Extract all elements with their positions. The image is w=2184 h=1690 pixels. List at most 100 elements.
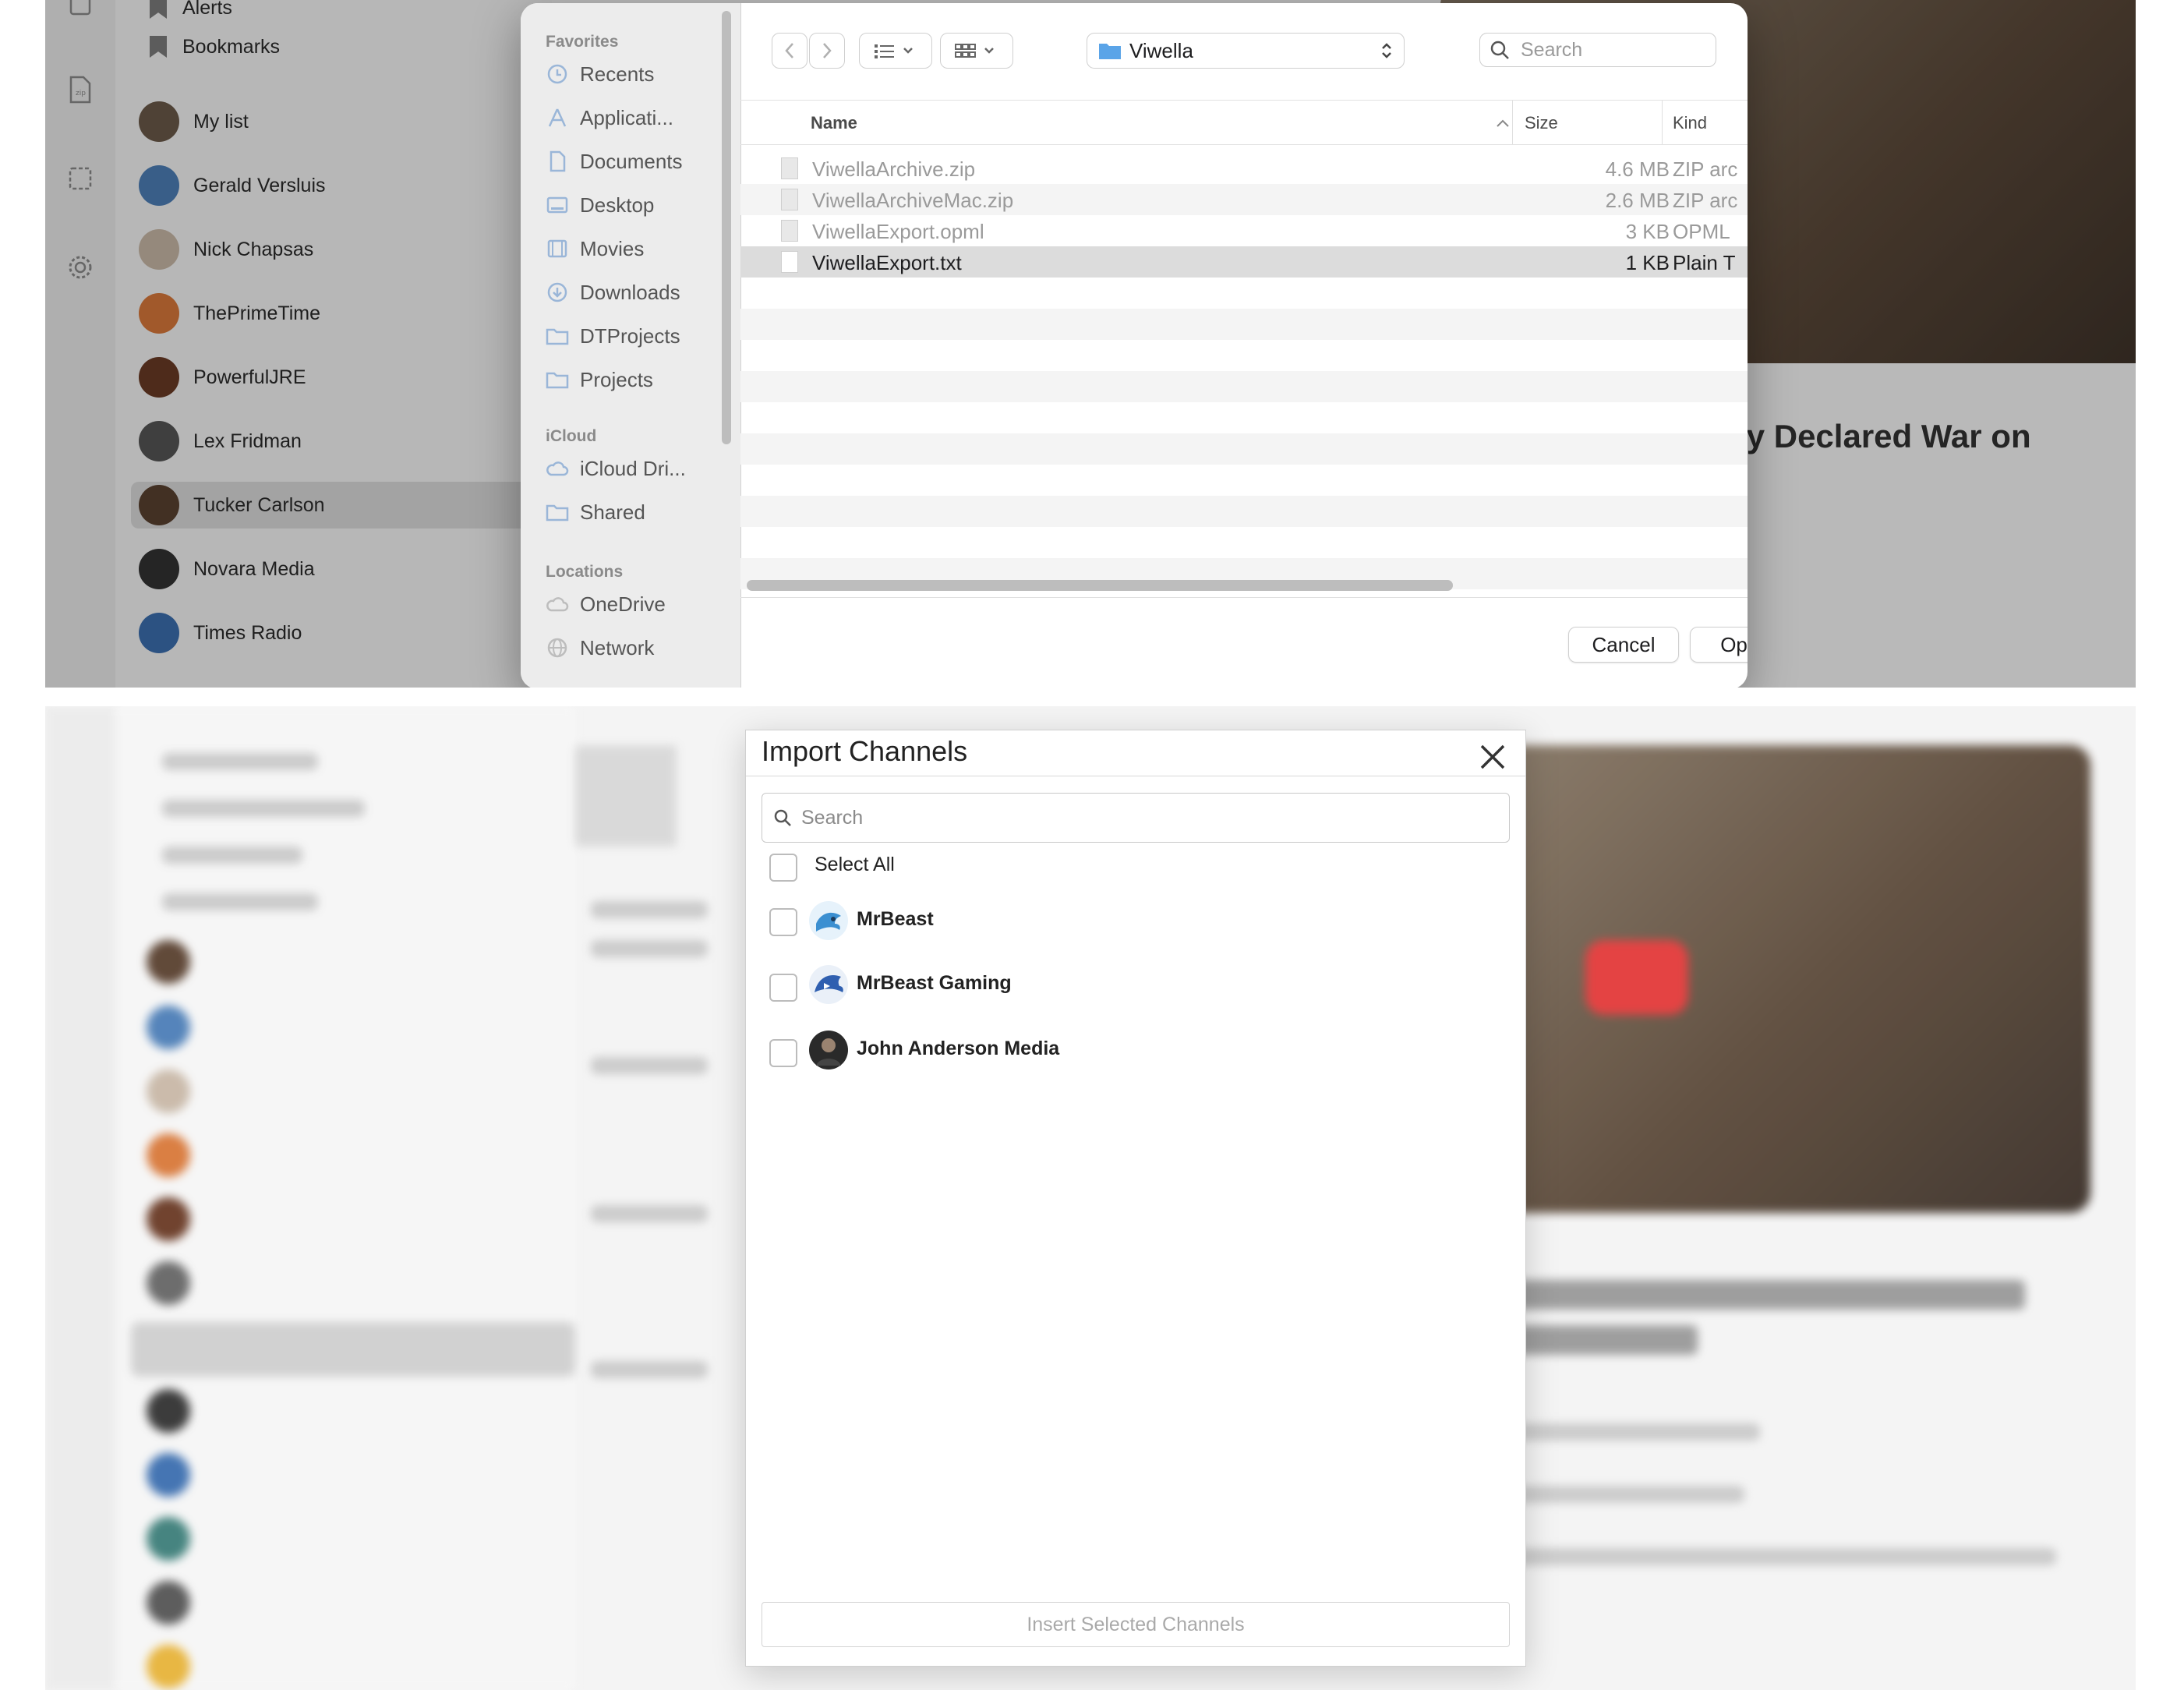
film-icon bbox=[546, 237, 569, 260]
chevron-right-icon bbox=[823, 43, 832, 58]
back-button[interactable] bbox=[772, 33, 808, 69]
clock-icon bbox=[546, 62, 569, 86]
file-row-selected[interactable]: ViwellaExport.txt 1 KB Plain T bbox=[740, 246, 1748, 278]
file-name: ViwellaArchive.zip bbox=[812, 157, 976, 181]
cloud-icon bbox=[546, 592, 569, 616]
sidebar-item-label: iCloud Dri... bbox=[580, 456, 686, 480]
folder-path-popup[interactable]: Viwella bbox=[1087, 33, 1405, 69]
file-name: ViwellaExport.txt bbox=[812, 251, 962, 274]
sidebar-item-label: Downloads bbox=[580, 280, 680, 304]
file-kind: ZIP arc bbox=[1673, 189, 1738, 212]
empty-row bbox=[740, 371, 1748, 402]
forward-button[interactable] bbox=[809, 33, 845, 69]
sidebar-item-label: Shared bbox=[580, 500, 645, 524]
sidebar-item-label: Applicati... bbox=[580, 105, 673, 129]
sidebar-item-label: Projects bbox=[580, 367, 653, 391]
shared-folder-icon bbox=[546, 500, 569, 524]
file-dialog-sidebar: Favorites Recents Applicati... Documents… bbox=[521, 3, 741, 688]
applications-icon bbox=[546, 106, 569, 129]
desktop-icon bbox=[546, 193, 569, 217]
sidebar-item-desktop[interactable]: Desktop bbox=[546, 187, 654, 223]
sidebar-item-projects[interactable]: Projects bbox=[546, 362, 653, 398]
empty-row bbox=[740, 433, 1748, 465]
icon-rail bbox=[45, 706, 116, 1690]
sidebar-item-downloads[interactable]: Downloads bbox=[546, 274, 680, 310]
sidebar-item-network[interactable]: Network bbox=[546, 630, 654, 666]
sidebar-item-documents[interactable]: Documents bbox=[546, 143, 683, 179]
file-kind: ZIP arc bbox=[1673, 157, 1738, 181]
folder-icon bbox=[546, 368, 569, 391]
file-size: 3 KB bbox=[1625, 220, 1670, 243]
column-divider bbox=[1512, 101, 1513, 144]
folder-icon bbox=[546, 324, 569, 348]
insert-selected-channels-button[interactable]: Insert Selected Channels bbox=[762, 1602, 1510, 1647]
sidebar-item-onedrive[interactable]: OneDrive bbox=[546, 586, 666, 622]
sidebar-item-recents[interactable]: Recents bbox=[546, 56, 654, 92]
grid-view-button[interactable] bbox=[940, 33, 1013, 69]
sidebar-item-movies[interactable]: Movies bbox=[546, 231, 644, 267]
file-name: ViwellaExport.opml bbox=[812, 220, 984, 243]
sidebar-item-label: Network bbox=[580, 635, 655, 659]
file-search-field[interactable]: Search bbox=[1479, 33, 1716, 67]
document-icon bbox=[546, 150, 569, 173]
sidebar-scrollbar[interactable] bbox=[722, 11, 731, 444]
download-icon bbox=[546, 281, 569, 304]
sidebar-item-label: Documents bbox=[580, 149, 683, 173]
chevron-left-icon bbox=[785, 43, 793, 58]
search-icon bbox=[1490, 41, 1509, 59]
search-placeholder: Search bbox=[801, 806, 864, 829]
updown-chevron-icon bbox=[1382, 43, 1391, 58]
kind-column-header[interactable]: Kind bbox=[1673, 113, 1707, 133]
cancel-button[interactable]: Cancel bbox=[1568, 627, 1679, 663]
list-view-button[interactable] bbox=[859, 33, 932, 69]
mrbeast-avatar bbox=[809, 901, 848, 940]
sidebar-item-icloud-drive[interactable]: iCloud Dri... bbox=[546, 451, 686, 486]
favorites-heading: Favorites bbox=[546, 33, 619, 51]
file-row[interactable]: ViwellaArchiveMac.zip 2.6 MB ZIP arc bbox=[740, 184, 1748, 215]
sidebar-item-label: OneDrive bbox=[580, 592, 666, 616]
select-all-checkbox[interactable] bbox=[769, 854, 797, 882]
channel-search-input[interactable]: Search bbox=[762, 793, 1510, 843]
sidebar-item-dtprojects[interactable]: DTProjects bbox=[546, 318, 680, 354]
sidebar-item-label: Desktop bbox=[580, 193, 655, 217]
file-kind: OPML bbox=[1673, 220, 1730, 243]
channel-checkbox[interactable] bbox=[769, 974, 797, 1002]
sidebar-item-label: DTProjects bbox=[580, 324, 680, 348]
sidebar-item-label: Recents bbox=[580, 62, 655, 86]
open-file-dialog: Favorites Recents Applicati... Documents… bbox=[521, 3, 1748, 688]
file-row[interactable]: ViwellaArchive.zip 4.6 MB ZIP arc bbox=[740, 153, 1748, 184]
channel-name: MrBeast Gaming bbox=[857, 972, 1012, 994]
channel-checkbox[interactable] bbox=[769, 908, 797, 936]
dialog-title: Import Channels bbox=[762, 735, 968, 767]
close-button[interactable] bbox=[1477, 741, 1508, 773]
horizontal-scrollbar[interactable] bbox=[747, 580, 1453, 591]
channel-name: MrBeast bbox=[857, 908, 934, 930]
cloud-icon bbox=[546, 457, 569, 480]
name-column-header[interactable]: Name bbox=[811, 113, 857, 133]
search-icon bbox=[774, 809, 791, 826]
close-icon bbox=[1480, 744, 1505, 769]
file-size: 2.6 MB bbox=[1605, 189, 1670, 212]
sort-ascending-icon bbox=[1497, 119, 1509, 127]
size-column-header[interactable]: Size bbox=[1525, 113, 1558, 133]
locations-heading: Locations bbox=[546, 563, 624, 581]
grid-view-icon bbox=[955, 44, 994, 58]
column-divider bbox=[1662, 101, 1663, 144]
list-view-icon bbox=[875, 44, 913, 58]
sidebar-item-applications[interactable]: Applicati... bbox=[546, 100, 673, 136]
globe-icon bbox=[546, 636, 569, 659]
empty-row bbox=[740, 309, 1748, 340]
open-button[interactable]: Open bbox=[1690, 627, 1748, 663]
divider bbox=[740, 597, 1748, 598]
file-size: 4.6 MB bbox=[1605, 157, 1670, 181]
channel-name: John Anderson Media bbox=[857, 1038, 1060, 1059]
file-size: 1 KB bbox=[1625, 251, 1670, 274]
icloud-heading: iCloud bbox=[546, 427, 597, 445]
search-placeholder: Search bbox=[1521, 38, 1583, 61]
file-row[interactable]: ViwellaExport.opml 3 KB OPML bbox=[740, 215, 1748, 246]
empty-row bbox=[740, 496, 1748, 527]
sidebar-item-shared[interactable]: Shared bbox=[546, 494, 645, 530]
channel-checkbox[interactable] bbox=[769, 1039, 797, 1067]
channel-sidebar bbox=[115, 706, 575, 1690]
top-screenshot-panel: zip Alerts Bookmarks My list Gerald Vers… bbox=[45, 0, 2136, 688]
